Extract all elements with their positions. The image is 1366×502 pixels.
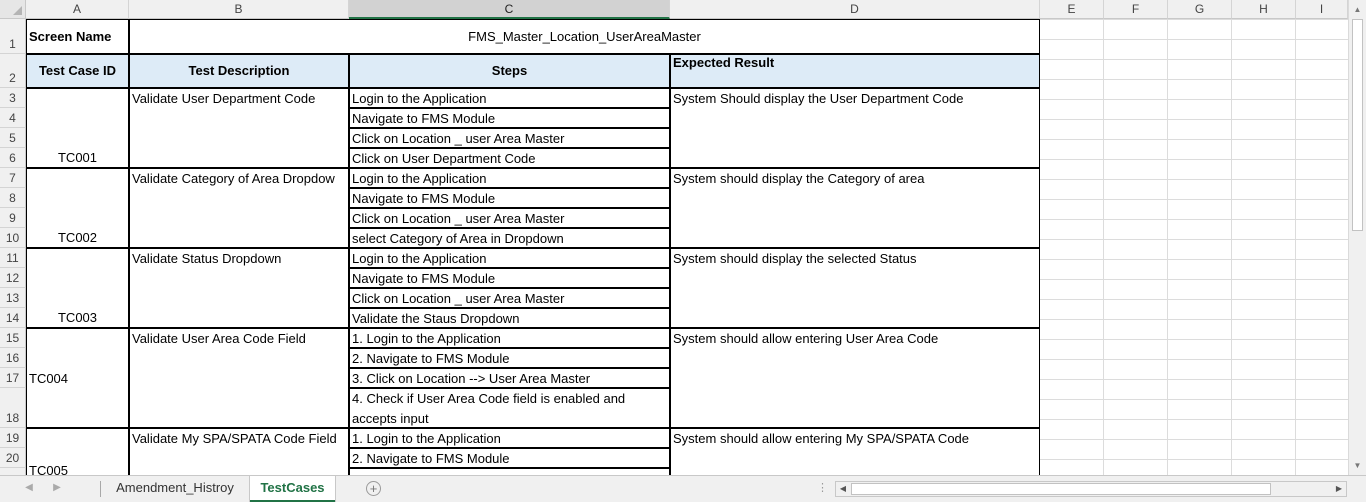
screen-name-label[interactable]: Screen Name xyxy=(26,19,129,54)
spreadsheet-grid: A B C D E F G H I 1 2 3 4 5 6 7 8 9 10 1… xyxy=(0,0,1348,475)
step-cell[interactable]: 2. Navigate to FMS Module xyxy=(349,448,670,468)
scroll-down-icon[interactable]: ▼ xyxy=(1349,457,1366,474)
step-cell[interactable] xyxy=(349,468,670,475)
step-cell[interactable]: 4. Check if User Area Code field is enab… xyxy=(349,388,670,428)
row-header[interactable]: 2 xyxy=(0,54,26,88)
column-header-g[interactable]: G xyxy=(1168,0,1232,19)
expected-result-cell[interactable]: System Should display the User Departmen… xyxy=(670,88,1040,168)
test-description-cell[interactable]: Validate Category of Area Dropdow xyxy=(129,168,349,248)
select-all-corner[interactable] xyxy=(0,0,26,19)
step-cell[interactable]: Click on Location _ user Area Master xyxy=(349,128,670,148)
test-description-cell[interactable]: Validate User Department Code xyxy=(129,88,349,168)
vertical-scrollbar[interactable]: ▲ ▼ xyxy=(1348,0,1366,475)
test-case-id: TC003 xyxy=(57,310,98,325)
step-cell[interactable]: Login to the Application xyxy=(349,248,670,268)
row-header[interactable]: 12 xyxy=(0,268,26,288)
row-header[interactable] xyxy=(0,468,26,475)
column-header-d[interactable]: D xyxy=(670,0,1040,19)
tab-testcases[interactable]: TestCases xyxy=(250,476,335,502)
test-case-id-cell[interactable]: TC001 xyxy=(26,88,129,168)
header-expected-result[interactable]: Expected Result xyxy=(670,54,1040,88)
test-case-id: TC002 xyxy=(57,230,98,245)
header-test-case-id[interactable]: Test Case ID xyxy=(26,54,129,88)
test-case-id-cell[interactable]: TC005 xyxy=(26,428,129,475)
screen-name-value[interactable]: FMS_Master_Location_UserAreaMaster xyxy=(129,19,1040,54)
row-header[interactable]: 8 xyxy=(0,188,26,208)
column-header-e[interactable]: E xyxy=(1040,0,1104,19)
step-cell[interactable]: Navigate to FMS Module xyxy=(349,108,670,128)
row-header[interactable]: 9 xyxy=(0,208,26,228)
column-header-c[interactable]: C xyxy=(349,0,670,19)
step-cell[interactable]: Validate the Staus Dropdown xyxy=(349,308,670,328)
expected-result-cell[interactable]: System should allow entering User Area C… xyxy=(670,328,1040,428)
test-case-id-cell[interactable]: TC004 xyxy=(26,328,129,428)
scroll-right-icon[interactable]: ▶ xyxy=(1332,482,1346,496)
plus-icon[interactable]: + xyxy=(366,481,381,496)
scroll-left-icon[interactable]: ◀ xyxy=(836,482,850,496)
expected-result-cell[interactable]: System should display the Category of ar… xyxy=(670,168,1040,248)
row-header[interactable]: 10 xyxy=(0,228,26,248)
gridline xyxy=(1295,19,1296,475)
step-cell[interactable]: Click on User Department Code xyxy=(349,148,670,168)
row-header[interactable]: 5 xyxy=(0,128,26,148)
column-header-f[interactable]: F xyxy=(1104,0,1168,19)
sheet-tab-bar: ◀ ▶ Amendment_Histroy TestCases + ⋮ ◀ ▶ xyxy=(0,475,1366,502)
row-header[interactable]: 20 xyxy=(0,448,26,468)
scroll-up-icon[interactable]: ▲ xyxy=(1349,1,1366,18)
step-cell[interactable]: 2. Navigate to FMS Module xyxy=(349,348,670,368)
horizontal-scrollbar[interactable]: ◀ ▶ xyxy=(835,481,1347,497)
horizontal-scroll-thumb[interactable] xyxy=(851,483,1271,495)
test-case-id-cell[interactable]: TC003 xyxy=(26,248,129,328)
test-description-cell[interactable]: Validate My SPA/SPATA Code Field xyxy=(129,428,349,475)
row-header[interactable]: 16 xyxy=(0,348,26,368)
column-header-b[interactable]: B xyxy=(129,0,349,19)
tab-scroll-right-icon[interactable]: ▶ xyxy=(50,482,64,493)
row-header[interactable]: 19 xyxy=(0,428,26,448)
tab-scroll-left-icon[interactable]: ◀ xyxy=(22,482,36,493)
column-header-a[interactable]: A xyxy=(26,0,129,19)
step-cell[interactable]: 1. Login to the Application xyxy=(349,328,670,348)
step-cell[interactable]: Login to the Application xyxy=(349,88,670,108)
row-header[interactable]: 17 xyxy=(0,368,26,388)
row-header[interactable]: 6 xyxy=(0,148,26,168)
step-cell[interactable]: 3. Click on Location --> User Area Maste… xyxy=(349,368,670,388)
row-header[interactable]: 15 xyxy=(0,328,26,348)
step-cell[interactable]: Click on Location _ user Area Master xyxy=(349,208,670,228)
row-header[interactable]: 14 xyxy=(0,308,26,328)
row-header[interactable]: 18 xyxy=(0,388,26,428)
expected-result-cell[interactable]: System should display the selected Statu… xyxy=(670,248,1040,328)
more-options-icon[interactable]: ⋮ xyxy=(817,481,828,494)
row-header[interactable]: 3 xyxy=(0,88,26,108)
vertical-scroll-thumb[interactable] xyxy=(1352,19,1363,231)
gridline xyxy=(1167,19,1168,475)
row-header[interactable]: 11 xyxy=(0,248,26,268)
gridline xyxy=(1103,19,1104,475)
step-cell[interactable]: Navigate to FMS Module xyxy=(349,268,670,288)
step-cell[interactable]: 1. Login to the Application xyxy=(349,428,670,448)
step-cell[interactable]: Navigate to FMS Module xyxy=(349,188,670,208)
test-case-id-cell[interactable]: TC002 xyxy=(26,168,129,248)
test-description-cell[interactable]: Validate Status Dropdown xyxy=(129,248,349,328)
step-cell[interactable]: Login to the Application xyxy=(349,168,670,188)
row-header[interactable]: 1 xyxy=(0,19,26,54)
row-header[interactable]: 13 xyxy=(0,288,26,308)
row-header[interactable]: 7 xyxy=(0,168,26,188)
tab-amendment-histroy[interactable]: Amendment_Histroy xyxy=(101,476,249,502)
test-case-id: TC001 xyxy=(57,150,98,165)
gridline xyxy=(1231,19,1232,475)
step-cell[interactable]: Click on Location _ user Area Master xyxy=(349,288,670,308)
expected-result-cell[interactable]: System should allow entering My SPA/SPAT… xyxy=(670,428,1040,475)
row-header[interactable]: 4 xyxy=(0,108,26,128)
header-test-description[interactable]: Test Description xyxy=(129,54,349,88)
header-steps[interactable]: Steps xyxy=(349,54,670,88)
step-cell[interactable]: select Category of Area in Dropdown xyxy=(349,228,670,248)
test-description-cell[interactable]: Validate User Area Code Field xyxy=(129,328,349,428)
column-header-h[interactable]: H xyxy=(1232,0,1296,19)
column-header-i[interactable]: I xyxy=(1296,0,1348,19)
